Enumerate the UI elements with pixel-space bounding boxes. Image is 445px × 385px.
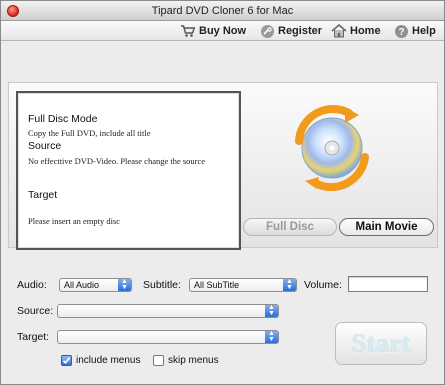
- include-menus-label: include menus: [76, 355, 141, 366]
- app-window: Tipard DVD Cloner 6 for Mac Buy Now Regi…: [0, 0, 445, 385]
- main-banner: Full Disc Mode Copy the Full DVD, includ…: [8, 82, 438, 250]
- source-description: No effecttive DVD-Video. Please change t…: [28, 156, 206, 166]
- checkbox-empty-icon: [153, 355, 164, 366]
- skip-menus-checkbox[interactable]: skip menus: [153, 355, 219, 366]
- buy-now-label: Buy Now: [199, 25, 247, 37]
- select-arrows-icon: ▲ ▼: [265, 304, 278, 317]
- home-icon: [331, 23, 347, 39]
- key-icon: [259, 23, 275, 39]
- start-button[interactable]: Start: [335, 322, 427, 365]
- home-button[interactable]: Home: [331, 23, 381, 39]
- info-panel: Full Disc Mode Copy the Full DVD, includ…: [16, 91, 241, 250]
- checkmark-icon: [61, 355, 72, 366]
- shopping-cart-icon: [180, 23, 196, 39]
- select-arrows-icon: ▲ ▼: [283, 278, 296, 291]
- close-window-button[interactable]: [7, 5, 19, 17]
- title-bar: Tipard DVD Cloner 6 for Mac: [1, 1, 444, 21]
- volume-label: Volume:: [304, 279, 342, 291]
- source-label: Source:: [17, 305, 54, 317]
- help-icon: ?: [393, 23, 409, 39]
- target-label: Target:: [17, 331, 50, 343]
- register-button[interactable]: Register: [259, 23, 322, 39]
- include-menus-checkbox[interactable]: include menus: [61, 355, 140, 366]
- audio-label: Audio:: [17, 279, 47, 291]
- buy-now-button[interactable]: Buy Now: [180, 23, 246, 39]
- subtitle-select[interactable]: All SubTitle ▲ ▼: [189, 278, 297, 292]
- full-disc-button[interactable]: Full Disc: [243, 218, 337, 236]
- target-title: Target: [28, 189, 58, 201]
- dvd-copy-icon: [287, 101, 377, 192]
- main-movie-button[interactable]: Main Movie: [339, 218, 434, 236]
- help-label: Help: [412, 25, 436, 37]
- help-button[interactable]: ? Help: [393, 23, 436, 39]
- register-label: Register: [278, 25, 323, 37]
- volume-input[interactable]: [348, 276, 428, 292]
- window-title: Tipard DVD Cloner 6 for Mac: [151, 5, 294, 17]
- source-select[interactable]: ▲ ▼: [57, 304, 279, 318]
- subtitle-label: Subtitle:: [143, 279, 181, 291]
- select-arrows-icon: ▲ ▼: [265, 330, 278, 343]
- target-select[interactable]: ▲ ▼: [57, 330, 279, 344]
- audio-select[interactable]: All Audio ▲ ▼: [59, 278, 132, 292]
- audio-selected-value: All Audio: [64, 280, 100, 290]
- mode-title: Full Disc Mode: [28, 113, 98, 125]
- target-description: Please insert an empty disc: [28, 216, 121, 226]
- home-label: Home: [350, 25, 381, 37]
- select-arrows-icon: ▲ ▼: [118, 278, 131, 291]
- skip-menus-label: skip menus: [168, 355, 219, 366]
- toolbar: Buy Now Register Home ? Help: [1, 21, 444, 41]
- start-label: Start: [351, 329, 411, 358]
- svg-text:?: ?: [398, 27, 404, 38]
- source-title: Source: [28, 140, 62, 152]
- subtitle-selected-value: All SubTitle: [194, 280, 240, 290]
- mode-description: Copy the Full DVD, include all title: [28, 128, 151, 138]
